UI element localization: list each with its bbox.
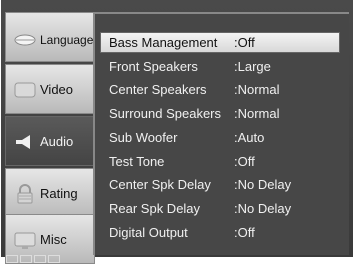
tv-icon xyxy=(14,232,36,249)
indicator-square xyxy=(34,255,46,263)
speaker-icon xyxy=(16,135,30,149)
setting-name: Rear Spk Delay xyxy=(109,201,201,216)
setting-name: Center Speakers xyxy=(109,82,207,97)
setting-row-surround-speakers[interactable]: Surround Speakers :Normal xyxy=(100,103,340,124)
indicator-square xyxy=(20,255,32,263)
tab-rating[interactable]: Rating xyxy=(5,168,95,218)
page-indicator xyxy=(6,250,62,268)
setting-value: :Normal xyxy=(234,106,280,121)
setting-name: Front Speakers xyxy=(109,59,198,74)
setting-row-test-tone[interactable]: Test Tone :Off xyxy=(100,151,340,172)
setting-row-front-speakers[interactable]: Front Speakers :Large xyxy=(100,56,340,77)
setting-name: Digital Output xyxy=(109,225,188,240)
setting-value: :Off xyxy=(234,35,255,50)
setting-row-bass-management[interactable]: Bass Management :Off xyxy=(100,32,340,53)
setting-name: Sub Woofer xyxy=(109,130,178,145)
tab-label: Language xyxy=(40,33,94,47)
tab-video[interactable]: Video xyxy=(5,64,95,114)
setting-row-rear-spk-delay[interactable]: Rear Spk Delay :No Delay xyxy=(100,198,340,219)
sidebar: Language Video Audio Rating Misc xyxy=(5,12,95,264)
setting-name: Surround Speakers xyxy=(109,106,222,121)
tab-label: Audio xyxy=(40,134,74,149)
monitor-icon xyxy=(14,82,36,98)
setting-value: :No Delay xyxy=(234,177,292,192)
setting-value: :Off xyxy=(234,225,255,240)
tab-label: Video xyxy=(40,82,74,97)
setting-row-center-spk-delay[interactable]: Center Spk Delay :No Delay xyxy=(100,174,340,195)
lips-icon xyxy=(14,34,36,46)
setting-name: Bass Management xyxy=(109,35,218,50)
setting-value: :Off xyxy=(234,154,255,169)
setting-value: :Large xyxy=(234,59,271,74)
setting-value: :Auto xyxy=(234,130,265,145)
lock-icon xyxy=(17,184,33,204)
setup-menu-frame: Language Video Audio Rating Misc Bass Ma… xyxy=(1,0,353,264)
tab-label: Rating xyxy=(40,186,78,201)
setting-name: Center Spk Delay xyxy=(109,177,211,192)
tab-label: Misc xyxy=(40,232,67,247)
setting-value: :Normal xyxy=(234,82,280,97)
indicator-square xyxy=(48,255,60,263)
tab-audio[interactable]: Audio xyxy=(5,116,95,166)
indicator-square xyxy=(6,255,18,263)
setting-row-sub-woofer[interactable]: Sub Woofer :Auto xyxy=(100,127,340,148)
setting-name: Test Tone xyxy=(109,154,165,169)
setting-value: :No Delay xyxy=(234,201,292,216)
tab-language[interactable]: Language xyxy=(5,12,95,62)
setting-row-center-speakers[interactable]: Center Speakers :Normal xyxy=(100,79,340,100)
setting-row-digital-output[interactable]: Digital Output :Off xyxy=(100,222,340,243)
audio-settings-panel: Bass Management :Off Front Speakers :Lar… xyxy=(93,12,349,255)
